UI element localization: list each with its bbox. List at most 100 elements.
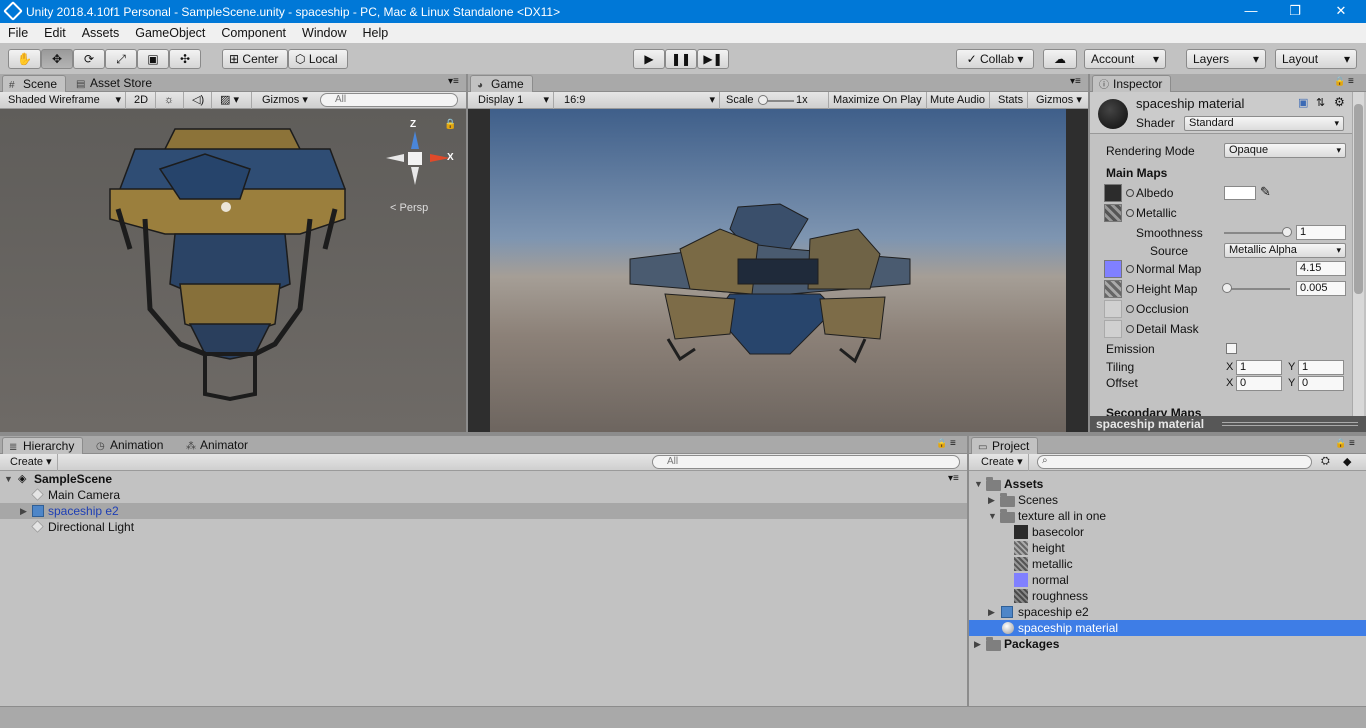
filter-type-icon[interactable]: ⛭ xyxy=(1321,455,1330,468)
normal-map-field[interactable]: 4.15 xyxy=(1296,261,1346,276)
smoothness-field[interactable]: 1 xyxy=(1296,225,1346,240)
minimize-button[interactable]: — xyxy=(1228,0,1274,23)
scale-tool-button[interactable]: ⤢ xyxy=(105,49,137,69)
height-slider-knob[interactable] xyxy=(1222,283,1232,293)
restore-button[interactable]: ❐ xyxy=(1272,0,1318,23)
collab-dropdown[interactable]: ✓ Collab ▾ xyxy=(956,49,1034,69)
layers-dropdown[interactable]: Layers ▾ xyxy=(1186,49,1266,69)
albedo-texture-slot[interactable] xyxy=(1104,184,1122,202)
project-item-roughness[interactable]: roughness xyxy=(969,588,1366,604)
detail-mask-picker-icon[interactable] xyxy=(1126,325,1134,333)
hierarchy-item-directional-light[interactable]: Directional Light xyxy=(0,519,967,535)
filter-label-icon[interactable]: ◆ xyxy=(1343,455,1351,468)
source-dropdown[interactable]: Metallic Alpha xyxy=(1224,243,1346,258)
scene-search-input[interactable]: All xyxy=(320,93,458,107)
inspector-preview-bar[interactable]: spaceship material xyxy=(1090,416,1366,432)
project-item-spaceship-material[interactable]: spaceship material xyxy=(969,620,1366,636)
book-icon[interactable]: ▣ xyxy=(1298,96,1308,109)
pivot-center-button[interactable]: ⊞ Center xyxy=(222,49,288,69)
menu-file[interactable]: File xyxy=(0,26,36,40)
menu-component[interactable]: Component xyxy=(213,26,294,40)
albedo-picker-icon[interactable] xyxy=(1126,189,1134,197)
normal-map-texture-slot[interactable] xyxy=(1104,260,1122,278)
preview-drag-handle[interactable] xyxy=(1222,422,1358,426)
collapse-arrow-icon[interactable]: ▶ xyxy=(988,604,995,620)
project-item-assets[interactable]: ▼ Assets xyxy=(969,476,1366,492)
hierarchy-item-main-camera[interactable]: Main Camera xyxy=(0,487,967,503)
scene-menu-icon[interactable]: ▾≡ xyxy=(948,471,959,487)
lock-icon[interactable]: 🔒 xyxy=(444,119,456,130)
close-button[interactable]: ✕ xyxy=(1318,0,1364,23)
pause-button[interactable]: ❚❚ xyxy=(665,49,697,69)
height-map-picker-icon[interactable] xyxy=(1126,285,1134,293)
project-search-input[interactable] xyxy=(1037,455,1312,469)
project-item-packages[interactable]: ▶ Packages xyxy=(969,636,1366,652)
project-item-normal[interactable]: normal xyxy=(969,572,1366,588)
offset-x-field[interactable]: 0 xyxy=(1236,376,1282,391)
occlusion-texture-slot[interactable] xyxy=(1104,300,1122,318)
2d-toggle[interactable]: 2D xyxy=(130,92,156,109)
project-item-scenes[interactable]: ▶ Scenes xyxy=(969,492,1366,508)
play-button[interactable]: ▶ xyxy=(633,49,665,69)
detail-mask-texture-slot[interactable] xyxy=(1104,320,1122,338)
shading-mode-dropdown[interactable]: Shaded Wireframe ▾ xyxy=(4,92,126,109)
height-map-texture-slot[interactable] xyxy=(1104,280,1122,298)
panel-menu-icon[interactable]: ≡ xyxy=(1348,76,1354,87)
project-item-spaceship-e2[interactable]: ▶ spaceship e2 xyxy=(969,604,1366,620)
collapse-arrow-icon[interactable]: ▶ xyxy=(974,636,981,652)
tab-hierarchy[interactable]: ≣ Hierarchy xyxy=(2,437,84,454)
collapse-arrow-icon[interactable]: ▶ xyxy=(988,492,995,508)
occlusion-picker-icon[interactable] xyxy=(1126,305,1134,313)
project-item-metallic[interactable]: metallic xyxy=(969,556,1366,572)
account-dropdown[interactable]: Account ▾ xyxy=(1084,49,1166,69)
panel-divider[interactable] xyxy=(0,432,1366,436)
persp-label[interactable]: < Persp xyxy=(390,202,428,214)
game-viewport[interactable] xyxy=(468,109,1088,432)
eyedropper-icon[interactable]: ✎ xyxy=(1260,184,1271,200)
emission-checkbox[interactable] xyxy=(1226,343,1237,354)
lock-icon[interactable]: 🔒 xyxy=(936,438,947,449)
scene-gizmos-dropdown[interactable]: Gizmos ▾ xyxy=(258,92,312,109)
collapse-arrow-icon[interactable]: ▶ xyxy=(20,503,27,519)
project-item-basecolor[interactable]: basecolor xyxy=(969,524,1366,540)
height-slider[interactable] xyxy=(1224,288,1290,290)
menu-gameobject[interactable]: GameObject xyxy=(127,26,213,40)
offset-y-field[interactable]: 0 xyxy=(1298,376,1344,391)
tab-asset-store[interactable]: ▤ Asset Store xyxy=(70,75,160,92)
tab-animation[interactable]: ◷ Animation xyxy=(90,437,171,454)
tiling-y-field[interactable]: 1 xyxy=(1298,360,1344,375)
mute-audio-toggle[interactable]: Mute Audio xyxy=(926,92,991,109)
project-item-texture-folder[interactable]: ▼ texture all in one xyxy=(969,508,1366,524)
display-dropdown[interactable]: Display 1 ▾ xyxy=(474,92,554,109)
expand-arrow-icon[interactable]: ▼ xyxy=(974,476,983,492)
effects-dropdown[interactable]: ▨ ▾ xyxy=(216,92,252,109)
move-tool-button[interactable]: ✥ xyxy=(41,49,73,69)
metallic-picker-icon[interactable] xyxy=(1126,209,1134,217)
panel-menu-icon[interactable]: ▾≡ xyxy=(448,76,459,87)
project-create-dropdown[interactable]: Create ▾ xyxy=(977,454,1029,471)
rotate-tool-button[interactable]: ⟳ xyxy=(73,49,105,69)
lock-icon[interactable]: 🔒 xyxy=(1334,76,1345,87)
menu-help[interactable]: Help xyxy=(354,26,396,40)
metallic-texture-slot[interactable] xyxy=(1104,204,1122,222)
panel-divider[interactable] xyxy=(466,74,468,432)
hierarchy-search-input[interactable]: All xyxy=(652,455,960,469)
height-map-field[interactable]: 0.005 xyxy=(1296,281,1346,296)
smoothness-slider-knob[interactable] xyxy=(1282,227,1292,237)
aspect-dropdown[interactable]: 16:9 ▾ xyxy=(560,92,720,109)
lighting-toggle[interactable]: ☼ xyxy=(160,92,184,109)
cloud-button[interactable]: ☁ xyxy=(1043,49,1077,69)
transform-tool-button[interactable]: ✣ xyxy=(169,49,201,69)
tab-scene[interactable]: # Scene xyxy=(2,75,67,92)
pivot-local-button[interactable]: ⬡ Local xyxy=(288,49,348,69)
hand-tool-button[interactable]: ✋ xyxy=(8,49,41,69)
expand-arrow-icon[interactable]: ▼ xyxy=(4,471,13,487)
rendering-mode-dropdown[interactable]: Opaque xyxy=(1224,143,1346,158)
menu-assets[interactable]: Assets xyxy=(74,26,128,40)
tab-inspector[interactable]: ⓘ Inspector xyxy=(1092,75,1172,92)
albedo-color-swatch[interactable] xyxy=(1224,186,1256,200)
tiling-x-field[interactable]: 1 xyxy=(1236,360,1282,375)
audio-toggle[interactable]: ◁) xyxy=(188,92,212,109)
layout-dropdown[interactable]: Layout ▾ xyxy=(1275,49,1357,69)
expand-arrow-icon[interactable]: ▼ xyxy=(988,508,997,524)
